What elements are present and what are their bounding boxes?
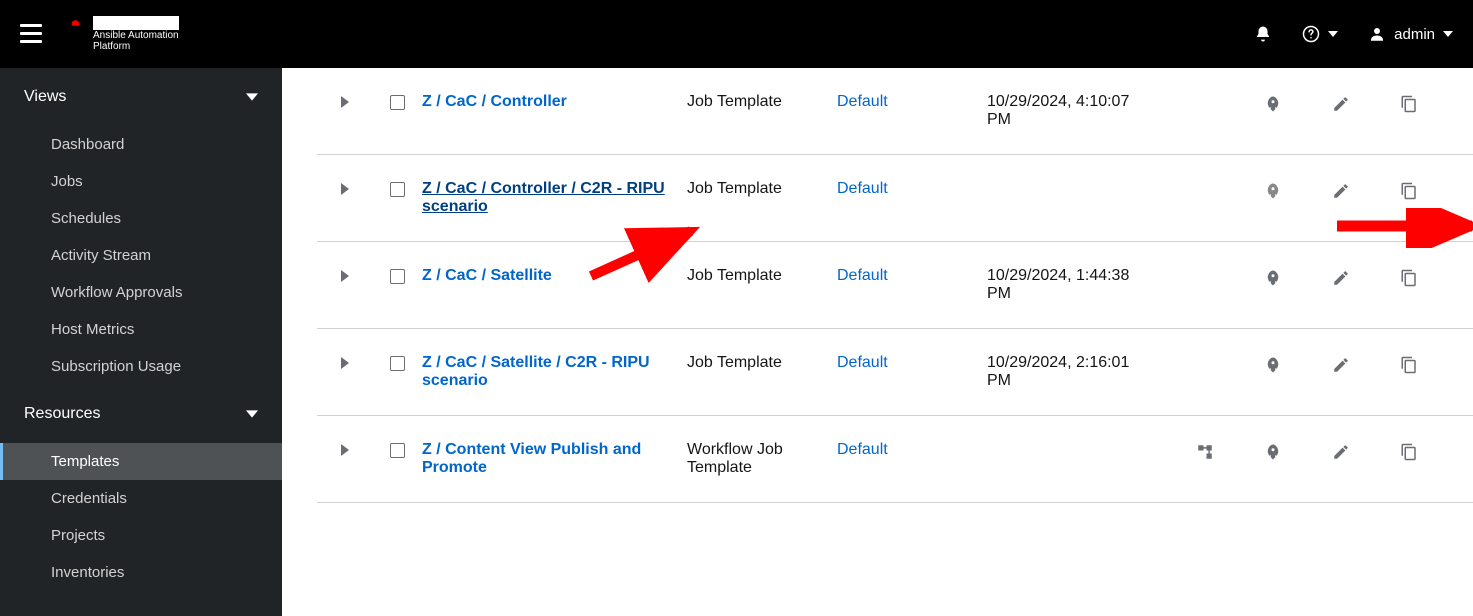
template-type: Job Template (687, 93, 837, 111)
template-name-link[interactable]: Z / Content View Publish and Promote (422, 441, 641, 476)
copy-button[interactable] (1400, 443, 1418, 466)
redhat-icon (67, 16, 85, 34)
edit-button[interactable] (1332, 356, 1350, 379)
row-checkbox[interactable] (390, 182, 405, 197)
launch-button[interactable] (1264, 356, 1282, 379)
nav-section-title: Views (24, 88, 66, 106)
launch-button[interactable] (1264, 95, 1282, 118)
expand-button[interactable] (339, 182, 351, 200)
edit-button[interactable] (1332, 182, 1350, 205)
edit-button[interactable] (1332, 95, 1350, 118)
expand-button[interactable] (339, 95, 351, 113)
template-type: Job Template (687, 267, 837, 285)
template-name-link[interactable]: Z / CaC / Satellite (422, 267, 552, 284)
organization-link[interactable]: Default (837, 441, 888, 458)
template-row: Z / CaC / Satellite Job Template Default… (317, 242, 1473, 329)
sidebar-item-activity-stream[interactable]: Activity Stream (0, 237, 282, 274)
edit-button[interactable] (1332, 443, 1350, 466)
copy-button[interactable] (1400, 269, 1418, 292)
sidebar-item-jobs[interactable]: Jobs (0, 163, 282, 200)
template-name-link[interactable]: Z / CaC / Controller (422, 93, 567, 110)
row-checkbox[interactable] (390, 95, 405, 110)
sidebar-item-workflow-approvals[interactable]: Workflow Approvals (0, 274, 282, 311)
chevron-down-icon (246, 91, 258, 103)
row-checkbox[interactable] (390, 356, 405, 371)
bell-icon (1254, 25, 1272, 43)
sidebar: Views DashboardJobsSchedulesActivity Stre… (0, 68, 282, 616)
row-checkbox[interactable] (390, 269, 405, 284)
user-name: admin (1394, 26, 1435, 43)
template-type: Workflow Job Template (687, 441, 837, 477)
sidebar-item-host-metrics[interactable]: Host Metrics (0, 311, 282, 348)
row-checkbox[interactable] (390, 443, 405, 458)
main-content: Z / CaC / Controller Job Template Defaul… (282, 68, 1473, 616)
sidebar-item-projects[interactable]: Projects (0, 517, 282, 554)
launch-button[interactable] (1264, 182, 1282, 205)
template-row: Z / CaC / Controller Job Template Defaul… (317, 68, 1473, 155)
expand-button[interactable] (339, 356, 351, 374)
nav-section-header[interactable]: Resources (0, 385, 282, 443)
template-type: Job Template (687, 354, 837, 372)
edit-button[interactable] (1332, 269, 1350, 292)
last-ran: 10/29/2024, 1:44:38 PM (987, 267, 1157, 303)
notifications-button[interactable] (1254, 25, 1272, 43)
copy-button[interactable] (1400, 182, 1418, 205)
copy-button[interactable] (1400, 356, 1418, 379)
sidebar-item-inventories[interactable]: Inventories (0, 554, 282, 591)
sidebar-item-subscription-usage[interactable]: Subscription Usage (0, 348, 282, 385)
brand-main: Red Hat (93, 16, 179, 30)
brand-logo[interactable]: Red Hat Ansible Automation Platform (67, 16, 179, 52)
template-name-link[interactable]: Z / CaC / Satellite / C2R - RIPU scenari… (422, 354, 650, 389)
caret-down-icon (1328, 29, 1338, 39)
template-name-link[interactable]: Z / CaC / Controller / C2R - RIPU scenar… (422, 180, 665, 215)
nav-section-header[interactable]: Views (0, 68, 282, 126)
sidebar-item-templates[interactable]: Templates (0, 443, 282, 480)
user-menu[interactable]: admin (1368, 25, 1453, 43)
caret-down-icon (1443, 29, 1453, 39)
user-icon (1368, 25, 1386, 43)
last-ran: 10/29/2024, 4:10:07 PM (987, 93, 1157, 129)
launch-button[interactable] (1264, 269, 1282, 292)
copy-button[interactable] (1400, 95, 1418, 118)
nav-section-title: Resources (24, 405, 100, 423)
template-row: Z / CaC / Controller / C2R - RIPU scenar… (317, 155, 1473, 242)
launch-button[interactable] (1264, 443, 1282, 466)
organization-link[interactable]: Default (837, 267, 888, 284)
brand-sub1: Ansible Automation (93, 30, 179, 41)
nav-toggle-button[interactable] (20, 24, 42, 43)
question-circle-icon (1302, 25, 1320, 43)
organization-link[interactable]: Default (837, 93, 888, 110)
top-header-left: Red Hat Ansible Automation Platform (20, 16, 179, 52)
visualizer-button[interactable] (1196, 443, 1214, 466)
expand-button[interactable] (339, 443, 351, 461)
template-type: Job Template (687, 180, 837, 198)
organization-link[interactable]: Default (837, 354, 888, 371)
top-header-right: admin (1254, 25, 1453, 43)
expand-button[interactable] (339, 269, 351, 287)
sidebar-item-credentials[interactable]: Credentials (0, 480, 282, 517)
template-row: Z / Content View Publish and Promote Wor… (317, 416, 1473, 503)
top-header: Red Hat Ansible Automation Platform admi… (0, 0, 1473, 68)
template-row: Z / CaC / Satellite / C2R - RIPU scenari… (317, 329, 1473, 416)
sidebar-item-schedules[interactable]: Schedules (0, 200, 282, 237)
last-ran: 10/29/2024, 2:16:01 PM (987, 354, 1157, 390)
organization-link[interactable]: Default (837, 180, 888, 197)
sidebar-item-dashboard[interactable]: Dashboard (0, 126, 282, 163)
brand-sub2: Platform (93, 41, 179, 52)
chevron-down-icon (246, 408, 258, 420)
help-menu[interactable] (1302, 25, 1338, 43)
